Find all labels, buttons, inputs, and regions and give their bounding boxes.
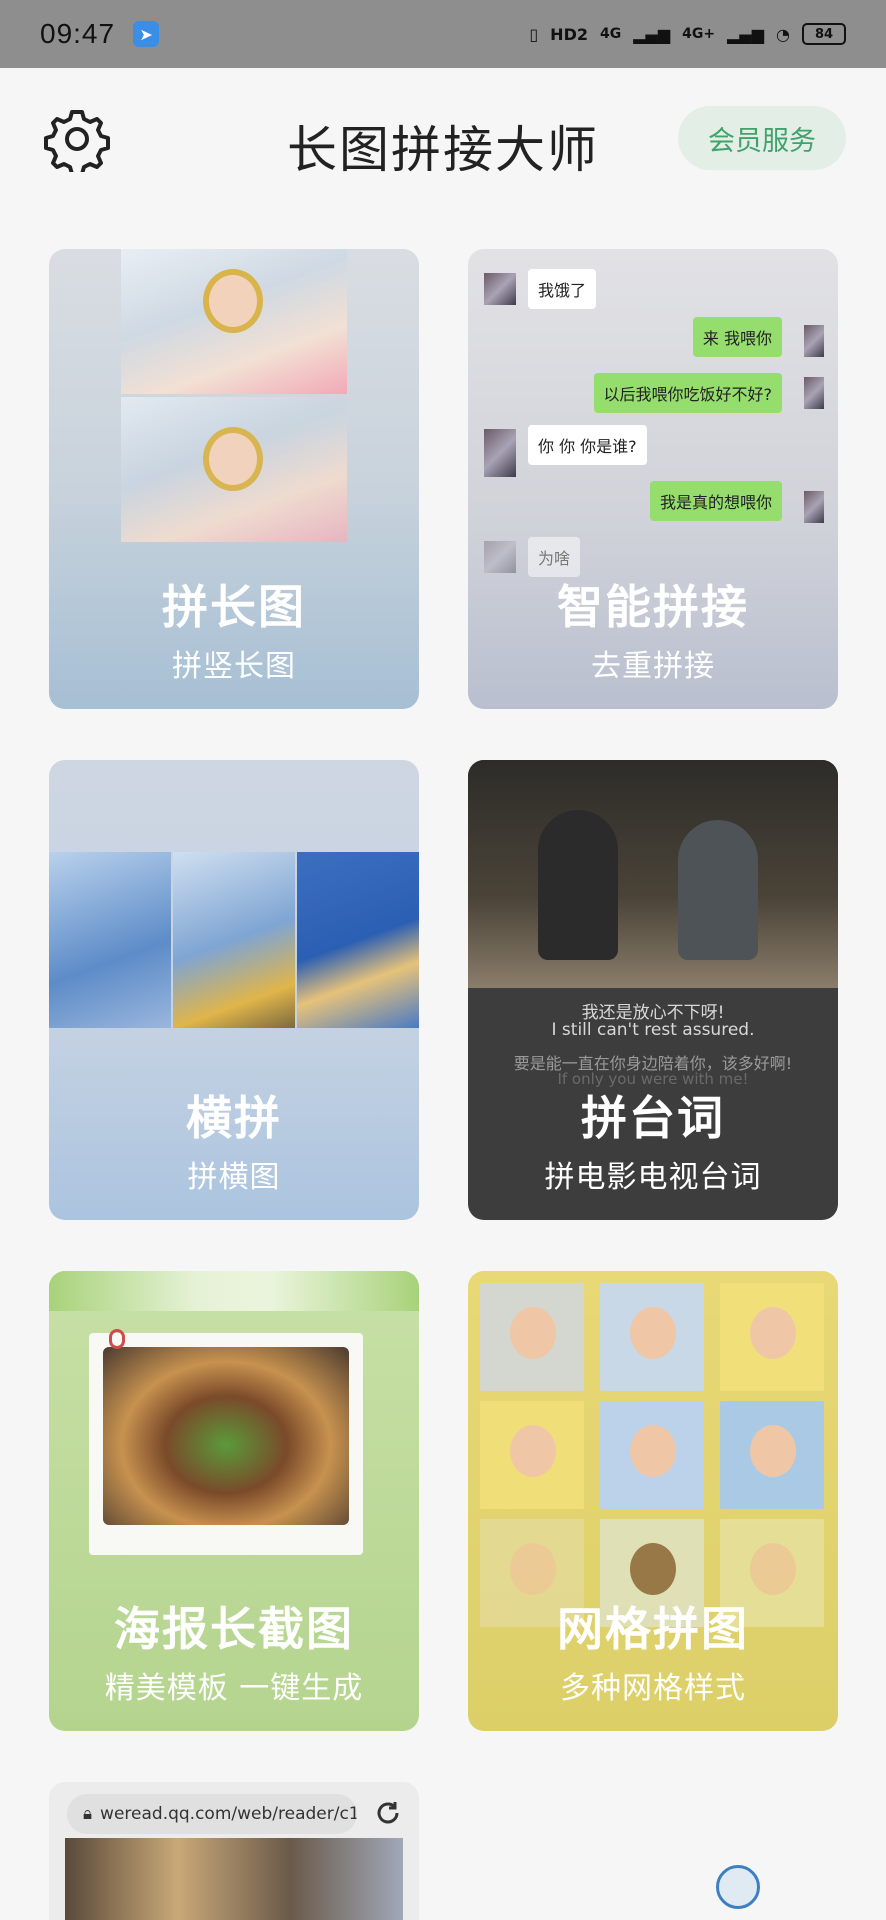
- card-subtitle: 精美模板 一键生成: [104, 1671, 364, 1706]
- refresh-icon: [377, 1802, 399, 1824]
- webpage-preview: [65, 1838, 403, 1920]
- sample-photo: [173, 852, 295, 1028]
- card-subtitle-stitch[interactable]: 我还是放心不下呀! I still can't rest assured. 要是…: [468, 760, 838, 1220]
- grid-photo: [600, 1401, 704, 1509]
- status-time: 09:47: [40, 18, 116, 49]
- wifi-icon: ◔: [776, 24, 790, 44]
- app-header: 长图拼接大师 会员服务: [0, 68, 886, 208]
- card-long-stitch[interactable]: 拼长图 拼竖长图: [49, 249, 419, 709]
- status-indicators: ▯ HD2 4G ▂▄▆ 4G+ ▂▄▆ ◔ 84: [529, 23, 846, 45]
- avatar: [804, 491, 824, 523]
- avatar: [484, 429, 516, 477]
- person-silhouette: [678, 820, 758, 960]
- card-subtitle: 拼竖长图: [172, 649, 296, 684]
- card-horizontal-stitch[interactable]: 横拼 拼横图: [49, 760, 419, 1220]
- signal-bars-icon: ▂▄▆: [727, 24, 765, 44]
- grid-photo: [720, 1283, 824, 1391]
- hd-badge: HD2: [550, 24, 588, 44]
- sample-photo: [49, 852, 171, 1028]
- status-bar: 09:47 ➤ ▯ HD2 4G ▂▄▆ 4G+ ▂▄▆ ◔ 84: [0, 0, 886, 68]
- sample-photo: [121, 249, 347, 394]
- vibrate-icon: ▯: [529, 24, 539, 44]
- food-photo: [103, 1347, 349, 1525]
- battery-icon: 84: [802, 23, 846, 45]
- url-text: weread.qq.com/web/reader/c1232: [100, 1804, 357, 1824]
- avatar: [484, 273, 516, 305]
- card-title: 拼台词: [581, 1091, 725, 1145]
- sample-photo: [121, 397, 347, 542]
- url-bar: 🔒︎ weread.qq.com/web/reader/c1232: [67, 1794, 357, 1834]
- child-face: [203, 269, 263, 333]
- vip-service-button[interactable]: 会员服务: [678, 106, 846, 170]
- card-subtitle: 去重拼接: [591, 649, 715, 684]
- card-title: 智能拼接: [557, 580, 749, 634]
- child-face: [203, 427, 263, 491]
- grid-photo: [480, 1283, 584, 1391]
- card-smart-stitch[interactable]: 我饿了 来 我喂你 以后我喂你吃饭好不好? 你 你 你是谁? 我是真的想喂你 为…: [468, 249, 838, 709]
- avatar: [484, 541, 516, 573]
- chat-bubble: 来 我喂你: [692, 317, 782, 357]
- subtitle-line: I still can't rest assured.: [551, 1020, 755, 1040]
- card-subtitle: 拼横图: [187, 1160, 281, 1195]
- card-title: 拼长图: [162, 580, 306, 634]
- avatar: [804, 325, 824, 357]
- watermark: [716, 1862, 866, 1912]
- chat-bubble: 以后我喂你吃饭好不好?: [593, 373, 782, 413]
- card-title: 横拼: [186, 1091, 282, 1145]
- lock-icon: 🔒︎: [83, 1804, 93, 1824]
- card-subtitle: 拼电影电视台词: [544, 1160, 762, 1195]
- chat-bubble: 我饿了: [528, 269, 597, 309]
- poster-frame: [89, 1333, 363, 1555]
- card-title: 网格拼图: [557, 1602, 749, 1656]
- signal-4g-icon: 4G: [599, 26, 622, 42]
- person-silhouette: [538, 810, 618, 960]
- card-subtitle: 多种网格样式: [560, 1671, 746, 1706]
- watermark-logo-icon: [716, 1865, 760, 1909]
- grid-photo: [600, 1283, 704, 1391]
- card-title: 海报长截图: [114, 1602, 354, 1656]
- app-notification-icon: ➤: [133, 21, 160, 47]
- movie-still: [468, 760, 838, 988]
- grid-photo: [480, 1401, 584, 1509]
- decoration-leaves: [49, 1271, 419, 1311]
- signal-bars-icon: ▂▄▆: [633, 24, 671, 44]
- chat-bubble: 你 你 你是谁?: [528, 425, 647, 465]
- sample-photo: [297, 852, 419, 1028]
- paperclip-icon: [109, 1329, 125, 1349]
- grid-photo: [720, 1401, 824, 1509]
- signal-4g-plus-icon: 4G+: [682, 26, 716, 42]
- card-grid-collage[interactable]: 网格拼图 多种网格样式: [468, 1271, 838, 1731]
- chat-bubble: 我是真的想喂你: [649, 481, 782, 521]
- avatar: [804, 377, 824, 409]
- card-webpage-screenshot[interactable]: 🔒︎ weread.qq.com/web/reader/c1232: [49, 1782, 419, 1920]
- card-poster-screenshot[interactable]: 海报长截图 精美模板 一键生成: [49, 1271, 419, 1731]
